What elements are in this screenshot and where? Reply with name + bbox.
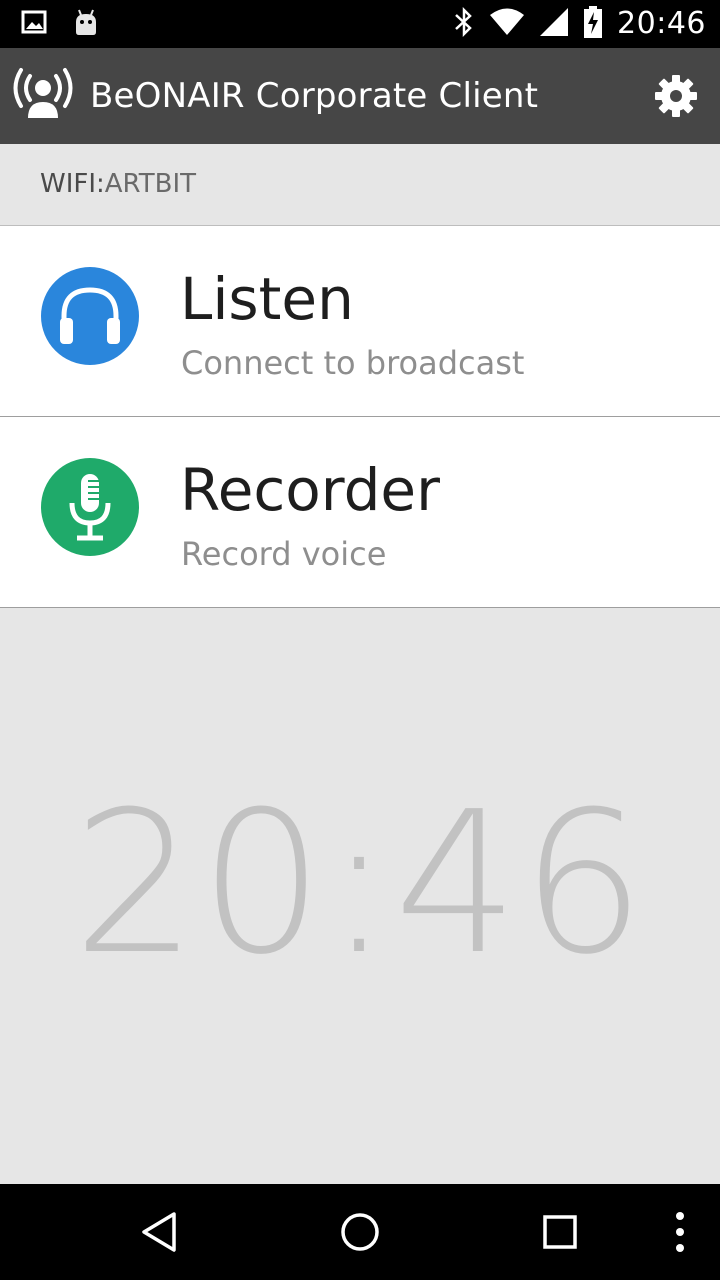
overflow-icon[interactable] — [656, 1208, 704, 1256]
recents-icon[interactable] — [536, 1208, 584, 1256]
wifi-status-row: WIFI:ARTBIT — [0, 144, 720, 226]
image-icon — [20, 8, 48, 40]
clock-time: 20:46 — [72, 770, 648, 998]
back-icon[interactable] — [136, 1208, 184, 1256]
listen-subtitle: Connect to broadcast — [181, 344, 525, 382]
clock-area: 20:46 — [0, 608, 720, 1184]
wifi-icon — [489, 8, 525, 40]
status-time: 20:46 — [617, 6, 706, 41]
app-bar: BeONAIR Corporate Client — [0, 48, 720, 144]
navigation-bar — [0, 1184, 720, 1280]
signal-icon — [539, 7, 569, 41]
status-bar: 20:46 — [0, 0, 720, 48]
wifi-network-name: ARTBIT — [104, 169, 196, 199]
wifi-label: WIFI: — [40, 169, 105, 199]
home-icon[interactable] — [336, 1208, 384, 1256]
app-title: BeONAIR Corporate Client — [90, 76, 539, 116]
recorder-menu-item[interactable]: Recorder Record voice — [0, 417, 720, 608]
android-icon — [72, 8, 100, 40]
listen-menu-item[interactable]: Listen Connect to broadcast — [0, 226, 720, 417]
recorder-title: Recorder — [180, 456, 440, 524]
bluetooth-icon — [453, 6, 475, 41]
broadcast-person-icon — [12, 66, 74, 126]
recorder-subtitle: Record voice — [181, 535, 387, 573]
microphone-icon — [40, 457, 140, 557]
gear-icon[interactable] — [654, 74, 698, 118]
listen-title: Listen — [180, 265, 354, 333]
headphones-icon — [40, 266, 140, 366]
battery-charging-icon — [583, 6, 603, 42]
